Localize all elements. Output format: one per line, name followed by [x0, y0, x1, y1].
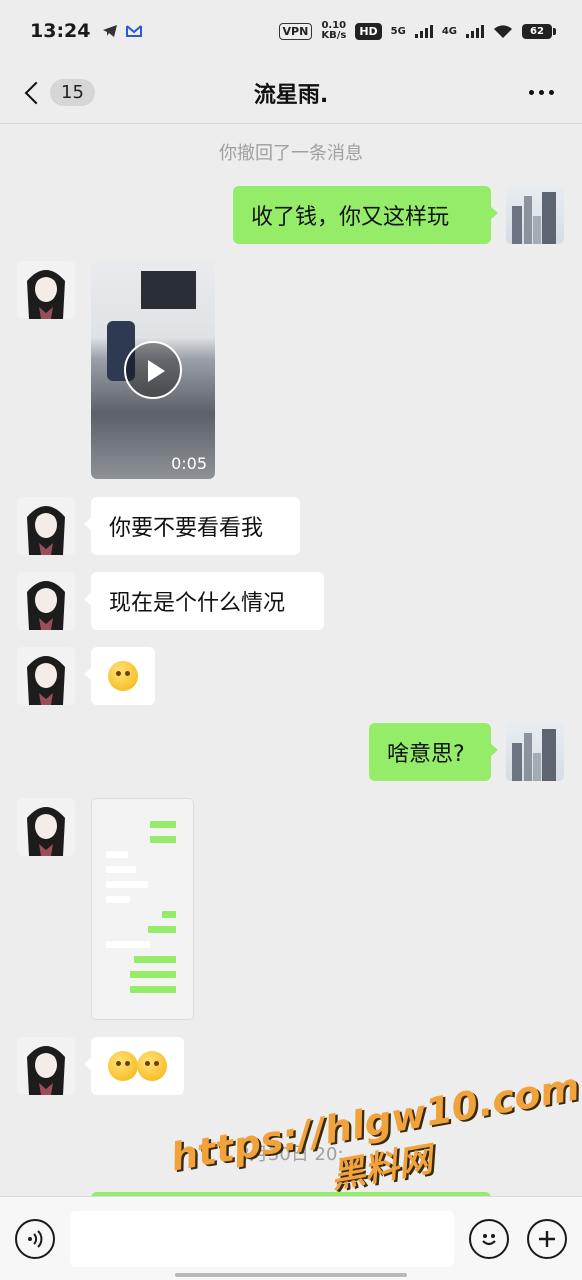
- more-dot-icon: [539, 90, 544, 95]
- speed-unit: KB/s: [321, 30, 347, 41]
- contact-avatar[interactable]: [17, 261, 75, 319]
- thinking-emoji-icon: [137, 1051, 167, 1081]
- input-bar: [0, 1196, 582, 1280]
- signal-icon: [414, 24, 433, 38]
- contact-avatar[interactable]: [17, 798, 75, 856]
- incoming-message[interactable]: 你要不要看看我: [84, 497, 300, 555]
- thumb-row: [150, 821, 176, 828]
- network-5g: 5G: [390, 25, 406, 37]
- thumb-row: [130, 986, 176, 993]
- vpn-badge: VPN: [278, 22, 313, 40]
- thinking-emoji-icon: [108, 661, 138, 691]
- network-4g: 4G: [441, 25, 457, 37]
- notification-icons: [102, 24, 143, 38]
- mail-icon: [126, 25, 143, 37]
- home-indicator: [175, 1273, 407, 1277]
- plus-icon: [539, 1231, 555, 1247]
- more-dot-icon: [549, 90, 554, 95]
- voice-icon: [28, 1230, 43, 1248]
- recalled-message-notice: 你撤回了一条消息: [219, 143, 363, 164]
- network-speed: 0.10 KB/s: [321, 21, 346, 41]
- play-icon[interactable]: [124, 341, 182, 399]
- outgoing-message[interactable]: 收了钱，你又这样玩: [233, 186, 498, 244]
- more-options-button[interactable]: [529, 90, 554, 95]
- incoming-emoji-message[interactable]: [84, 647, 155, 705]
- city-avatar-icon: [512, 729, 556, 781]
- thumb-row: [106, 851, 128, 858]
- more-dot-icon: [529, 90, 534, 95]
- hd-badge: HD: [355, 22, 382, 40]
- incoming-message[interactable]: 现在是个什么情况: [84, 572, 324, 630]
- contact-avatar[interactable]: [17, 497, 75, 555]
- thumb-row: [130, 971, 176, 978]
- girl-avatar-icon: [27, 270, 65, 319]
- video-window-shape: [141, 271, 196, 309]
- chevron-left-icon: [24, 81, 48, 104]
- thumb-row: [150, 836, 176, 843]
- video-message[interactable]: 0:05: [91, 261, 215, 479]
- girl-avatar-icon: [27, 656, 65, 705]
- thumb-row: [106, 941, 150, 948]
- battery-icon: 62: [522, 23, 556, 39]
- telegram-icon: [103, 25, 118, 37]
- chat-header: 15 流星雨.: [0, 62, 582, 124]
- my-avatar[interactable]: [506, 186, 564, 244]
- status-right: VPN 0.10 KB/s HD 5G 4G 62: [278, 21, 556, 41]
- back-button[interactable]: 15: [22, 79, 95, 106]
- outgoing-message[interactable]: 啥意思?: [369, 723, 498, 781]
- emoji-icon: [482, 1234, 496, 1246]
- contact-avatar[interactable]: [17, 572, 75, 630]
- message-input[interactable]: [70, 1211, 454, 1267]
- my-avatar[interactable]: [506, 723, 564, 781]
- unread-count-badge: 15: [50, 79, 95, 106]
- contact-avatar[interactable]: [17, 647, 75, 705]
- video-duration: 0:05: [171, 454, 207, 473]
- more-functions-button[interactable]: [527, 1219, 567, 1259]
- status-time: 13:24: [30, 20, 91, 42]
- city-avatar-icon: [512, 192, 556, 244]
- date-stamp: 3月30日 20:: [238, 1144, 344, 1165]
- contact-avatar[interactable]: [17, 1037, 75, 1095]
- voice-input-button[interactable]: [15, 1219, 55, 1259]
- wifi-icon: [494, 24, 512, 38]
- girl-avatar-icon: [27, 807, 65, 856]
- thumb-row: [106, 866, 136, 873]
- girl-avatar-icon: [27, 1046, 65, 1095]
- emoji-button[interactable]: [469, 1219, 509, 1259]
- incoming-emoji-message[interactable]: [84, 1037, 184, 1095]
- thumb-row: [134, 956, 176, 963]
- image-message[interactable]: [91, 798, 194, 1020]
- girl-avatar-icon: [27, 506, 65, 555]
- signal-icon-2: [466, 24, 484, 38]
- thinking-emoji-icon: [108, 1051, 138, 1081]
- thumb-row: [106, 896, 130, 903]
- status-bar: 13:24 VPN 0.10 KB/s HD 5G 4G 62: [0, 0, 582, 62]
- thumb-row: [162, 911, 176, 918]
- girl-avatar-icon: [27, 581, 65, 630]
- thumb-row: [106, 881, 148, 888]
- thumb-row: [148, 926, 176, 933]
